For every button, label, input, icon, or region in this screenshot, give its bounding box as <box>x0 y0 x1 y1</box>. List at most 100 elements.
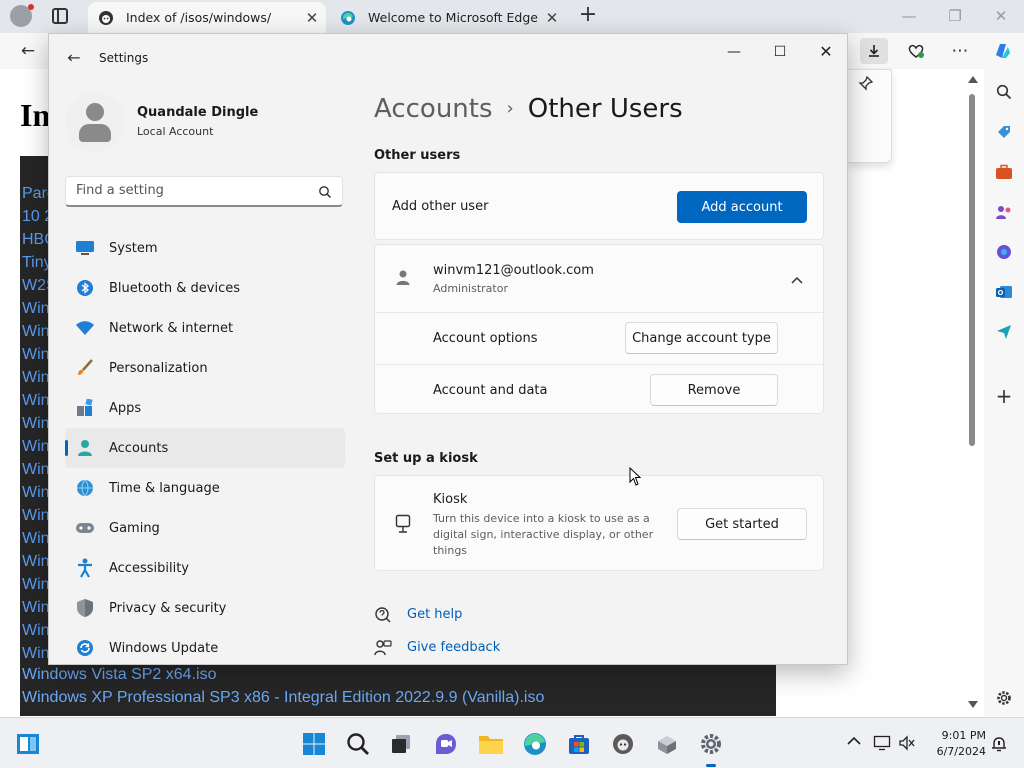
directory-link[interactable]: Win <box>22 438 50 456</box>
directory-link[interactable]: Win <box>22 530 50 548</box>
give-feedback-link[interactable]: Give feedback <box>407 640 500 655</box>
back-icon[interactable]: ← <box>14 38 42 64</box>
people-icon[interactable] <box>993 201 1015 223</box>
active-app-indicator <box>706 764 716 767</box>
breadcrumb-parent[interactable]: Accounts <box>374 94 493 124</box>
widgets-icon[interactable] <box>15 731 41 757</box>
directory-link[interactable]: Windows XP Professional SP3 x86 - Integr… <box>22 689 544 707</box>
directory-link[interactable]: Win <box>22 553 50 571</box>
store-icon[interactable] <box>566 731 592 757</box>
tab-title: Welcome to Microsoft Edge <box>368 10 538 25</box>
browser-essentials-icon[interactable] <box>902 38 930 64</box>
wifi-icon <box>75 318 95 338</box>
tab-index-isos[interactable]: Index of /isos/windows/ ✕ <box>88 2 326 33</box>
user-profile-card[interactable]: Quandale Dingle Local Account <box>65 92 345 152</box>
edge-icon[interactable] <box>522 731 548 757</box>
section-title-kiosk: Set up a kiosk <box>374 451 478 466</box>
scroll-up-arrow-icon[interactable] <box>968 76 978 83</box>
tab-close-icon[interactable]: ✕ <box>538 9 566 27</box>
restore-icon[interactable]: ❐ <box>932 4 978 28</box>
profile-icon[interactable] <box>10 4 34 27</box>
directory-link[interactable]: Win <box>22 507 50 525</box>
edge-logo-icon <box>340 10 356 26</box>
task-view-icon[interactable] <box>388 731 414 757</box>
nav-item-gaming[interactable]: Gaming <box>65 508 345 548</box>
search-icon[interactable] <box>993 81 1015 103</box>
chevron-up-icon[interactable] <box>791 273 803 288</box>
copilot-icon[interactable] <box>988 38 1016 64</box>
nav-item-bluetooth[interactable]: Bluetooth & devices <box>65 268 345 308</box>
nav-item-accounts[interactable]: Accounts <box>65 428 345 468</box>
directory-link[interactable]: Win <box>22 415 50 433</box>
search-icon[interactable] <box>345 731 371 757</box>
more-options-icon[interactable]: ⋯ <box>946 38 974 64</box>
nav-item-accessibility[interactable]: Accessibility <box>65 548 345 588</box>
add-account-button[interactable]: Add account <box>677 191 807 223</box>
pin-icon[interactable] <box>858 75 874 95</box>
downloads-icon[interactable] <box>860 38 888 64</box>
get-started-button[interactable]: Get started <box>677 508 807 540</box>
notification-bell-icon[interactable] <box>990 735 1008 753</box>
show-hidden-icons-chevron-up-icon[interactable] <box>845 735 863 753</box>
directory-link[interactable]: Win <box>22 576 50 594</box>
directory-link[interactable]: Win <box>22 645 50 663</box>
new-tab-button[interactable]: + <box>577 4 599 28</box>
remove-button[interactable]: Remove <box>650 374 778 406</box>
minimize-icon[interactable]: — <box>711 38 757 66</box>
nav-item-windows-update[interactable]: Windows Update <box>65 628 345 664</box>
network-status-icon[interactable] <box>873 735 891 753</box>
page-scrollbar[interactable] <box>966 72 980 712</box>
directory-link[interactable]: Win <box>22 392 50 410</box>
nav-item-privacy[interactable]: Privacy & security <box>65 588 345 628</box>
add-sidebar-app-icon[interactable]: + <box>993 384 1015 408</box>
tools-briefcase-icon[interactable] <box>993 161 1015 183</box>
change-account-type-button[interactable]: Change account type <box>625 322 778 354</box>
user-email[interactable]: winvm121@outlook.com <box>433 263 594 278</box>
send-icon[interactable] <box>993 321 1015 343</box>
tab-actions-icon[interactable] <box>52 8 68 24</box>
search-input[interactable] <box>76 183 306 198</box>
back-arrow-icon[interactable]: ← <box>63 47 85 69</box>
file-explorer-icon[interactable] <box>478 731 504 757</box>
shopping-tag-icon[interactable] <box>993 121 1015 143</box>
mouse-cursor-icon <box>629 466 642 487</box>
directory-link[interactable]: Win <box>22 599 50 617</box>
directory-link[interactable]: Win <box>22 484 50 502</box>
settings-search-box[interactable] <box>65 176 343 207</box>
directory-link[interactable]: Win <box>22 300 50 318</box>
nav-item-time-language[interactable]: Time & language <box>65 468 345 508</box>
directory-link[interactable]: Win <box>22 369 50 387</box>
directory-link[interactable]: Win <box>22 323 50 341</box>
account-and-data-label: Account and data <box>433 383 548 398</box>
directory-link[interactable]: Win <box>22 622 50 640</box>
chat-icon[interactable] <box>433 731 459 757</box>
close-icon[interactable]: ✕ <box>978 4 1024 28</box>
clock-time[interactable]: 9:01 PM <box>930 729 986 742</box>
directory-link[interactable]: Win <box>22 461 50 479</box>
volume-muted-icon[interactable] <box>898 735 916 753</box>
minimize-icon[interactable]: — <box>886 4 932 28</box>
add-other-user-card: Add other user Add account <box>374 172 824 240</box>
directory-link[interactable]: Windows Vista SP2 x64.iso <box>22 666 216 684</box>
get-help-link[interactable]: Get help <box>407 607 462 622</box>
tab-welcome-edge[interactable]: Welcome to Microsoft Edge ✕ <box>330 2 566 33</box>
start-windows-icon[interactable] <box>301 731 327 757</box>
nav-item-system[interactable]: System <box>65 228 345 268</box>
virtual-machine-icon[interactable] <box>654 731 680 757</box>
close-icon[interactable]: ✕ <box>803 38 847 66</box>
settings-gear-icon[interactable] <box>698 731 724 757</box>
nav-item-apps[interactable]: Apps <box>65 388 345 428</box>
scroll-thumb[interactable] <box>969 94 975 446</box>
scroll-down-arrow-icon[interactable] <box>968 701 978 708</box>
nav-item-personalization[interactable]: Personalization <box>65 348 345 388</box>
tab-close-icon[interactable]: ✕ <box>298 9 326 27</box>
github-desktop-icon[interactable] <box>610 731 636 757</box>
m365-icon[interactable] <box>993 241 1015 263</box>
sidebar-settings-gear-icon[interactable] <box>993 687 1015 709</box>
account-options-label: Account options <box>433 331 538 346</box>
directory-link[interactable]: Win <box>22 346 50 364</box>
clock-date[interactable]: 6/7/2024 <box>930 745 986 758</box>
maximize-icon[interactable]: ☐ <box>757 38 803 66</box>
outlook-icon[interactable] <box>993 281 1015 303</box>
nav-item-network[interactable]: Network & internet <box>65 308 345 348</box>
